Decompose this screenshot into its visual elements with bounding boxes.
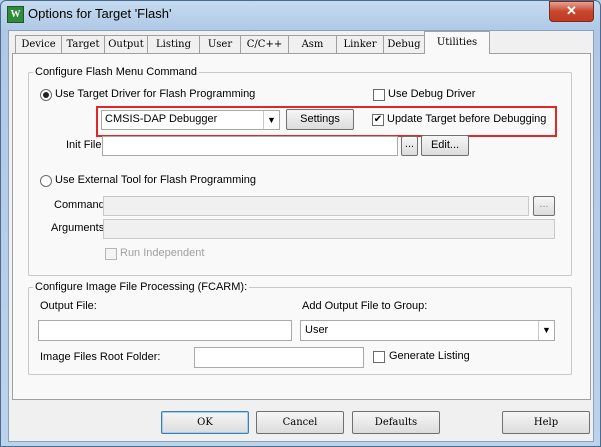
ok-button[interactable]: OK	[161, 411, 249, 434]
flash-group-caption: Configure Flash Menu Command	[33, 66, 200, 78]
tab-linker[interactable]: Linker	[336, 35, 384, 53]
add-output-group-select[interactable]: User ▼	[300, 320, 555, 341]
tab-device[interactable]: Device	[15, 35, 62, 53]
output-file-field[interactable]	[38, 320, 292, 341]
use-external-tool-label: Use External Tool for Flash Programming	[55, 174, 256, 186]
add-output-label: Add Output File to Group:	[302, 300, 428, 312]
use-target-driver-label: Use Target Driver for Flash Programming	[55, 88, 256, 100]
highlight-annotation	[96, 106, 557, 137]
close-button[interactable]: ✕	[549, 1, 594, 22]
run-independent-checkbox[interactable]	[105, 248, 117, 260]
run-independent-label: Run Independent	[120, 247, 205, 259]
help-button[interactable]: Help	[502, 411, 590, 434]
command-field[interactable]	[103, 196, 529, 216]
use-debug-driver-label: Use Debug Driver	[388, 88, 476, 100]
generate-listing-label: Generate Listing	[389, 350, 470, 362]
init-file-label: Init File:	[66, 139, 105, 151]
use-external-tool-radio[interactable]	[40, 175, 52, 187]
tab-output[interactable]: Output	[104, 35, 148, 53]
output-file-label: Output File:	[40, 300, 97, 312]
use-target-driver-radio[interactable]	[40, 89, 52, 101]
root-folder-field[interactable]	[194, 347, 364, 368]
tab-debug[interactable]: Debug	[383, 35, 425, 53]
tab-asm[interactable]: Asm	[288, 35, 337, 53]
tab-user[interactable]: User	[199, 35, 241, 53]
command-label: Command:	[54, 199, 108, 211]
app-icon: W	[7, 6, 24, 23]
tab-utilities[interactable]: Utilities	[424, 31, 490, 54]
add-output-group-value: User	[305, 324, 329, 336]
generate-listing-checkbox[interactable]	[373, 351, 385, 363]
defaults-button[interactable]: Defaults	[352, 411, 440, 434]
root-folder-label: Image Files Root Folder:	[40, 351, 161, 363]
init-file-browse-button[interactable]: ...	[401, 136, 418, 156]
tab-c-cpp[interactable]: C/C++	[240, 35, 289, 53]
init-file-edit-button[interactable]: Edit...	[421, 135, 469, 156]
window-title: Options for Target 'Flash'	[28, 6, 172, 21]
arguments-field[interactable]	[103, 219, 555, 239]
tab-target[interactable]: Target	[61, 35, 105, 53]
tab-listing[interactable]: Listing	[147, 35, 200, 53]
command-browse-button[interactable]: ...	[533, 196, 555, 216]
image-group-caption: Configure Image File Processing (FCARM):	[33, 281, 250, 293]
use-debug-driver-checkbox[interactable]	[373, 89, 385, 101]
cancel-button[interactable]: Cancel	[256, 411, 344, 434]
init-file-field[interactable]	[102, 136, 398, 156]
radio-selected-dot	[43, 92, 49, 98]
chevron-down-icon[interactable]: ▼	[538, 321, 554, 340]
title-bar[interactable]: W Options for Target 'Flash' ✕	[0, 0, 601, 28]
arguments-label: Arguments:	[51, 222, 108, 234]
